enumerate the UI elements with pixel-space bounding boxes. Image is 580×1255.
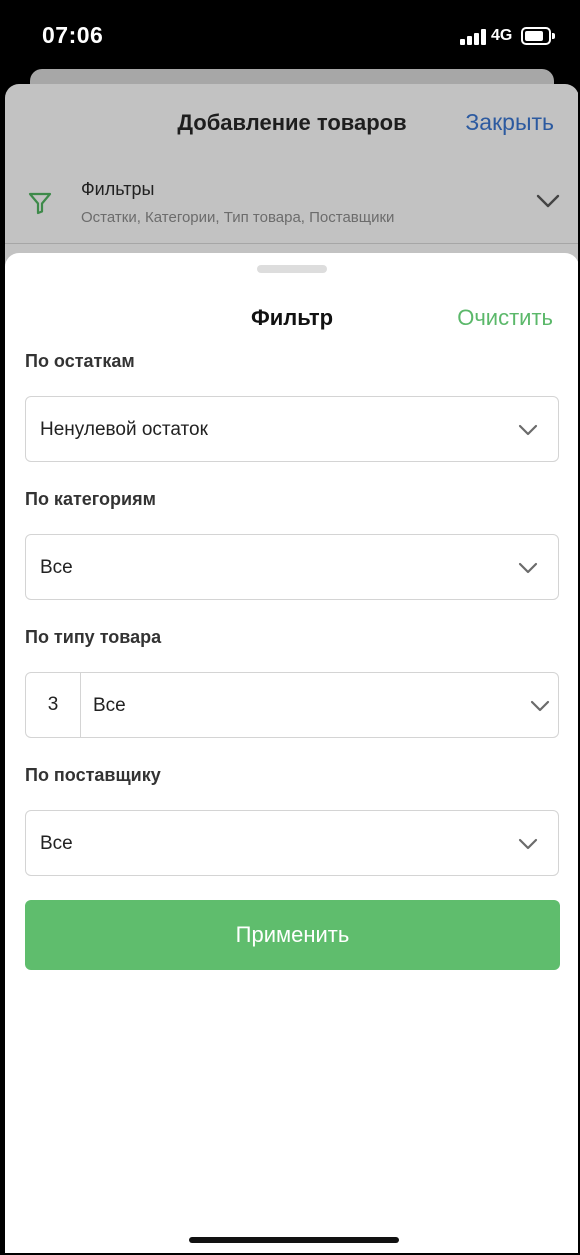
chevron-down-icon: [530, 700, 550, 712]
product-type-count: 3: [26, 673, 81, 737]
supplier-filter-value: Все: [40, 833, 73, 854]
stock-filter-label: По остаткам: [25, 351, 135, 371]
supplier-filter-label: По поставщику: [25, 765, 161, 785]
filter-icon: [28, 192, 52, 215]
clear-button[interactable]: Очистить: [457, 305, 553, 331]
filters-summary: Остатки, Категории, Тип товара, Поставщи…: [81, 209, 395, 226]
divider: [5, 243, 578, 244]
stock-filter-value: Ненулевой остаток: [40, 419, 208, 440]
sheet-grabber[interactable]: [257, 265, 327, 273]
close-button[interactable]: Закрыть: [465, 109, 554, 136]
network-type: 4G: [491, 27, 513, 44]
battery-icon: [521, 27, 555, 45]
chevron-down-icon: [518, 424, 538, 436]
status-time: 07:06: [42, 22, 104, 48]
category-filter-label: По категориям: [25, 489, 156, 509]
product-type-filter-label: По типу товара: [25, 627, 162, 647]
home-indicator: [189, 1237, 399, 1243]
filter-sheet: Фильтр Очистить По остаткам Ненулевой ос…: [5, 253, 578, 1253]
category-filter-select[interactable]: Все: [25, 534, 559, 600]
chevron-down-icon: [518, 838, 538, 850]
phone-frame: 07:06 4G Добавление товаров Закрыть Филь…: [0, 0, 580, 1255]
category-filter-value: Все: [40, 557, 73, 578]
chevron-down-icon[interactable]: [535, 192, 561, 210]
stock-filter-select[interactable]: Ненулевой остаток: [25, 396, 559, 462]
product-type-filter-select[interactable]: 3 Все: [25, 672, 559, 738]
signal-icon: [460, 29, 486, 45]
chevron-down-icon: [518, 562, 538, 574]
filters-title: Фильтры: [81, 179, 155, 199]
product-type-filter-value: Все: [93, 695, 126, 716]
supplier-filter-select[interactable]: Все: [25, 810, 559, 876]
apply-button[interactable]: Применить: [25, 900, 560, 970]
status-bar: 07:06 4G: [2, 2, 578, 70]
